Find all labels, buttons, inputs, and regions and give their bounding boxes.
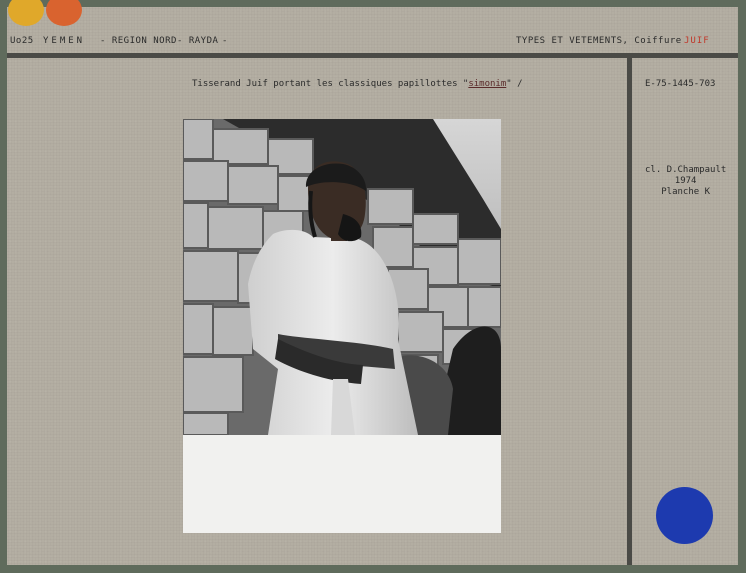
photo-caption: Tisserand Juif portant les classiques pa… xyxy=(192,79,523,89)
column-divider xyxy=(627,58,632,565)
caption-prefix: Tisserand Juif portant les classiques pa… xyxy=(192,79,469,89)
blue-sticker-dot xyxy=(656,487,713,544)
caption-underlined-term: simonim xyxy=(468,79,507,89)
credit-plate: Planche K xyxy=(661,187,711,197)
category-label: TYPES ET VETEMENTS, Coiffure xyxy=(516,36,682,46)
photo-white-margin xyxy=(183,435,501,533)
region-label: - REGION NORD xyxy=(100,36,177,46)
credit-photographer: cl. D.Champault xyxy=(645,165,727,175)
photo-credit: cl. D.Champault 1974 Planche K xyxy=(645,165,726,198)
reference-number: E-75-1445-703 xyxy=(645,79,716,89)
caption-suffix: " / xyxy=(506,79,523,89)
group-label: JUIF xyxy=(684,36,710,46)
header-separator: - xyxy=(222,36,228,46)
country-label: YEMEN xyxy=(43,36,86,46)
place-label: - RAYDA xyxy=(177,36,219,46)
catalog-code: Uo25 xyxy=(10,36,34,46)
photograph xyxy=(183,119,501,435)
credit-year: 1974 xyxy=(674,176,697,186)
